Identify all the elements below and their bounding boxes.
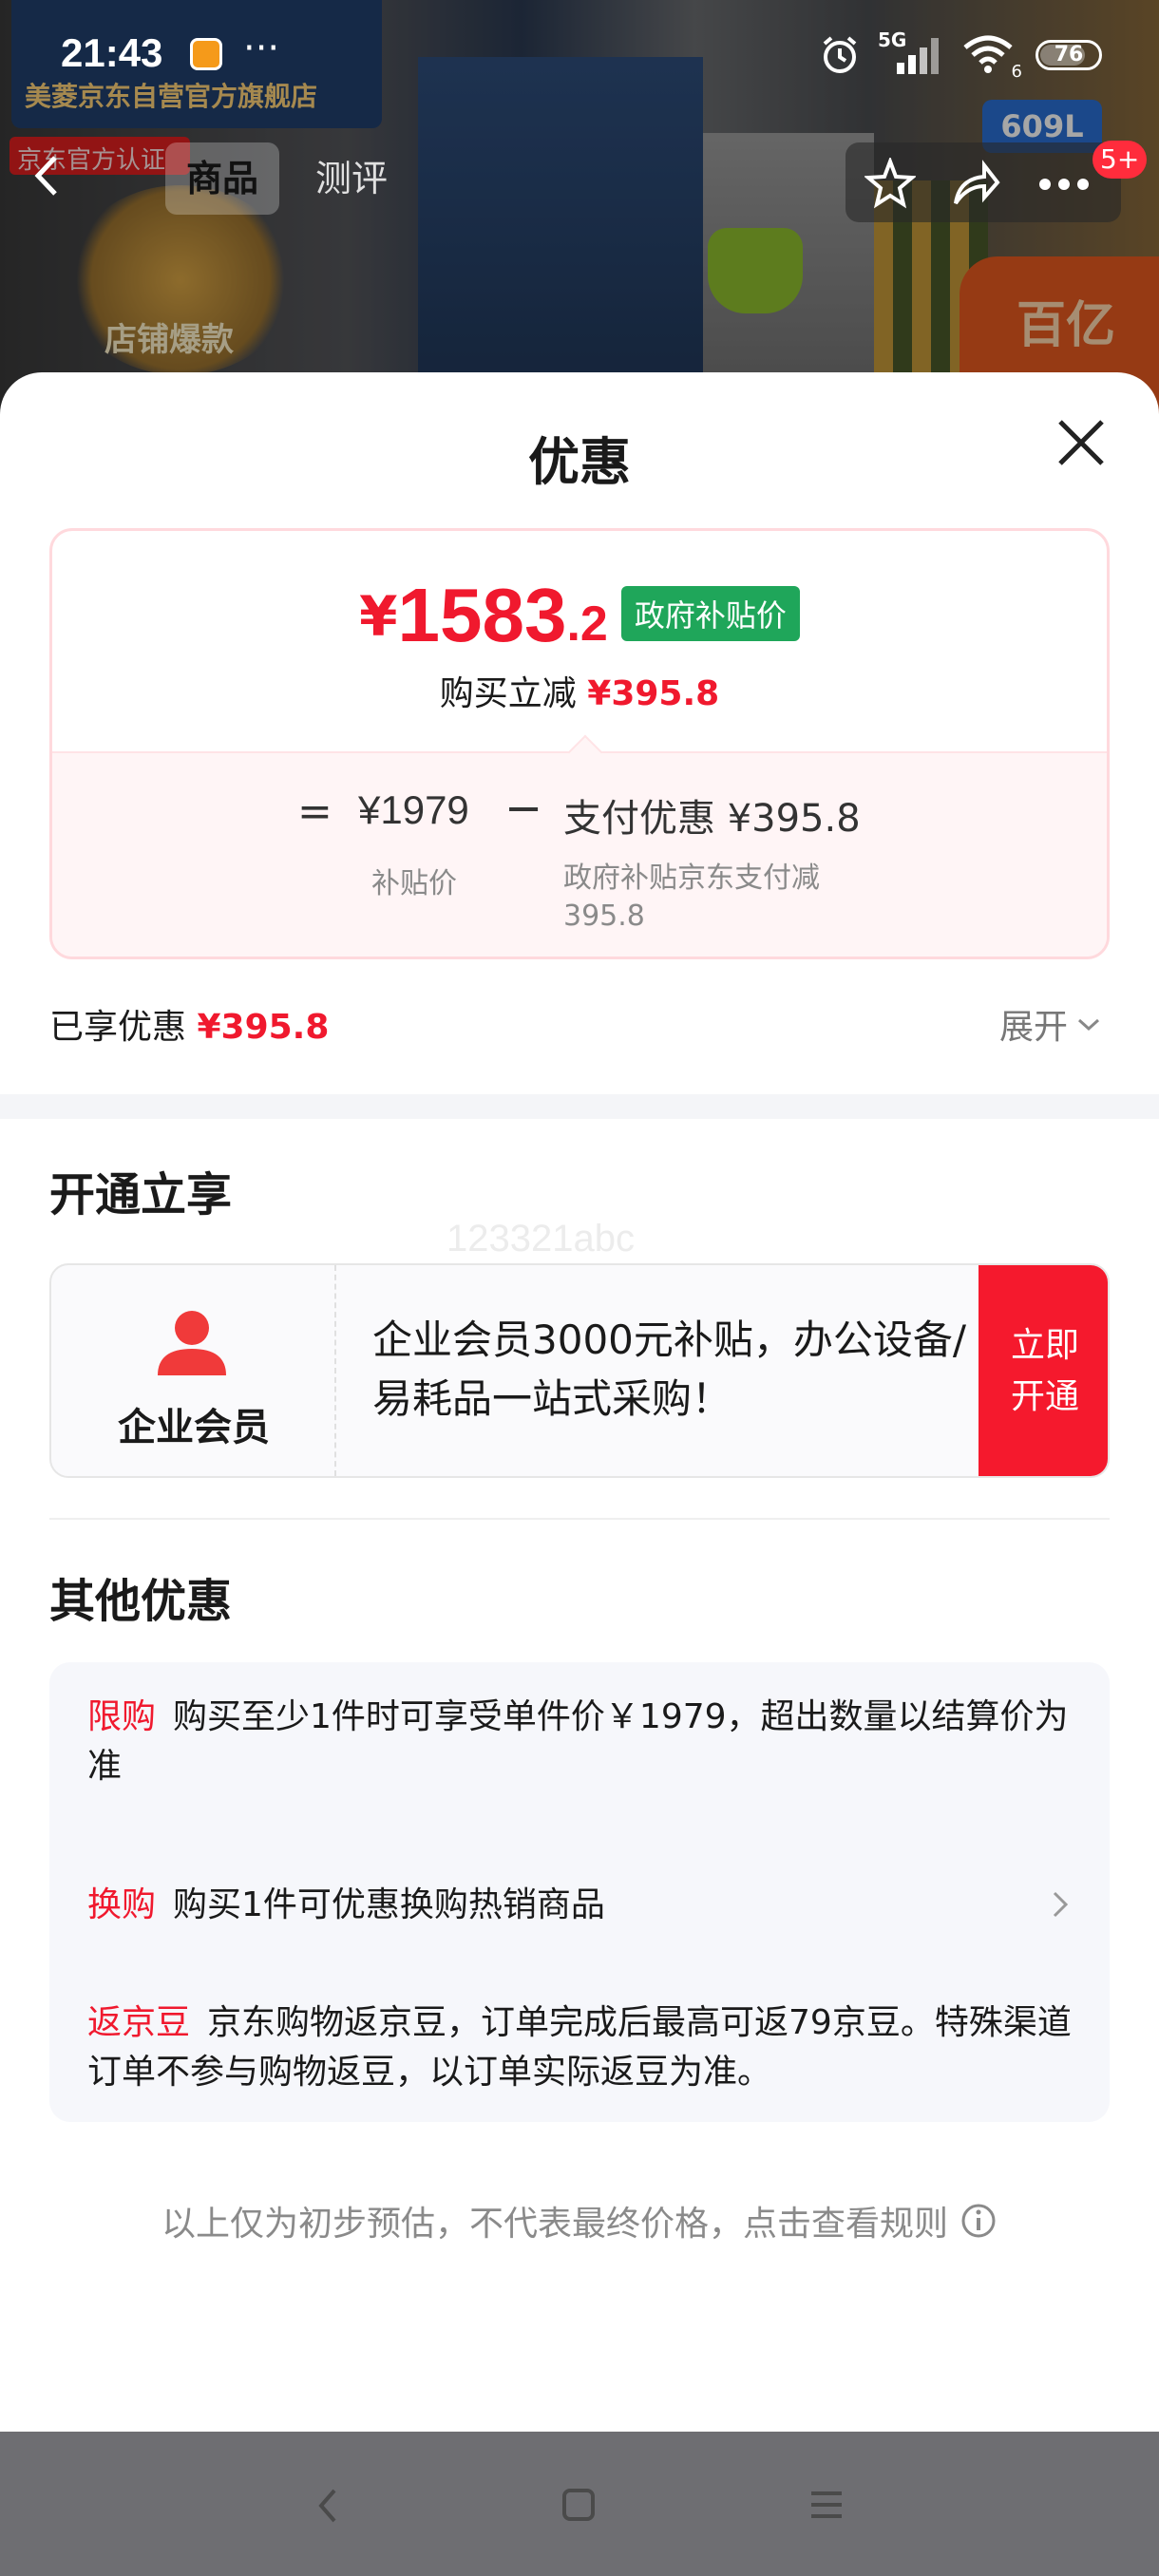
offer-tag: 返京豆 — [87, 2003, 191, 2042]
reduction-value: ¥395.8 — [587, 674, 720, 713]
alarm-icon — [823, 36, 857, 73]
tab-product[interactable]: 商品 — [165, 142, 280, 215]
chevron-down-icon — [1078, 1018, 1100, 1032]
battery-level: 76 — [1054, 43, 1084, 66]
base-price: ¥1979 — [358, 787, 469, 832]
instant-reduction: 购买立减 ¥395.8 — [52, 666, 1107, 715]
close-button[interactable] — [1053, 414, 1110, 471]
enjoyed-label: 已享优惠 — [49, 1008, 187, 1047]
offer-tag: 限购 — [87, 1697, 157, 1736]
open-section-title: 开通立享 — [49, 1168, 233, 1222]
minus-sign: − — [504, 782, 543, 835]
share-icon[interactable] — [950, 158, 1001, 209]
watermark: 123321abc — [446, 1218, 635, 1260]
member-description: 企业会员3000元补贴，办公设备/易耗品一站式采购！ — [372, 1316, 967, 1422]
back-arrow-icon — [34, 156, 57, 196]
info-icon — [961, 2204, 996, 2238]
network-label: 5G — [878, 28, 907, 51]
status-icons: 5G 6 76 — [819, 28, 1102, 82]
open-membership-button[interactable]: 立即开通 — [978, 1265, 1108, 1476]
reduction-label: 购买立减 — [439, 674, 577, 713]
price-card: ¥ 1583 .2 政府补贴价 购买立减 ¥395.8 = ¥1979 − 支付… — [49, 528, 1110, 959]
status-time: 21:43 — [61, 30, 163, 75]
status-bar: 21:43 ··· 5G 6 76 — [0, 0, 1159, 104]
signal-icon: 5G — [878, 28, 944, 76]
thin-divider — [49, 1518, 1110, 1520]
screen: 百亿 美菱京东自营官方旗舰店 京东官方认证 店铺爆款 609L 21:43 ··… — [0, 0, 1159, 2576]
open-membership-label: 立即开通 — [1010, 1326, 1079, 1416]
rules-note-text: 以上仅为初步预估，不代表最终价格，点击查看规则 — [161, 2205, 948, 2244]
offer-limit: 限购 购买至少1件时可享受单件价￥1979，超出数量以结算价为准 — [87, 1693, 1075, 1791]
member-badge: 企业会员 — [51, 1265, 336, 1476]
sheet-title: 优惠 — [528, 432, 631, 492]
other-offers: 限购 购买至少1件时可享受单件价￥1979，超出数量以结算价为准 换购 购买1件可优… — [49, 1662, 1110, 2122]
price-currency: ¥ — [359, 584, 398, 649]
price-summary: ¥ 1583 .2 政府补贴价 购买立减 ¥395.8 — [52, 531, 1107, 751]
expand-label: 展开 — [999, 1008, 1069, 1047]
home-nav-icon[interactable] — [560, 2487, 597, 2523]
price-decimal: .2 — [566, 597, 608, 652]
battery-icon: 76 — [1036, 40, 1102, 70]
wifi-label: 6 — [1011, 62, 1022, 82]
back-button[interactable] — [28, 152, 104, 228]
section-divider — [0, 1094, 1159, 1119]
enjoyed-discount: 已享优惠 ¥395.8 — [49, 999, 329, 1049]
offer-text: 购买至少1件时可享受单件价￥1979，超出数量以结算价为准 — [87, 1697, 1069, 1786]
offer-tag: 换购 — [87, 1885, 157, 1924]
cart-badge: 5+ — [1092, 141, 1148, 179]
equals-sign: = — [297, 787, 332, 836]
gov-subsidy-tag: 政府补贴价 — [620, 586, 800, 641]
wifi-icon: 6 — [961, 34, 1022, 82]
member-name: 企业会员 — [118, 1406, 270, 1449]
expand-button[interactable]: 展开 — [999, 999, 1102, 1049]
offer-jingdou: 返京豆 京东购物返京豆，订单完成后最高可返79京豆。特殊渠道订单不参与购物返豆，以… — [87, 1998, 1075, 2097]
payment-discount-desc: 政府补贴京东支付减395.8 — [563, 862, 820, 933]
app-notification-icon — [190, 38, 222, 70]
more-notifications-icon: ··· — [243, 27, 280, 70]
user-icon — [158, 1311, 226, 1375]
back-nav-icon[interactable] — [314, 2485, 342, 2527]
price-breakdown: = ¥1979 − 支付优惠 ¥395.8 补贴价 政府补贴京东支付减395.8 — [52, 734, 1107, 957]
offer-exchange[interactable]: 换购 购买1件可优惠换购热销商品 — [87, 1881, 1075, 1930]
offer-text: 京东购物返京豆，订单完成后最高可返79京豆。特殊渠道订单不参与购物返豆，以订单实… — [87, 2003, 1072, 2092]
product-nav: 商品 测评 — [0, 142, 1159, 222]
price-integer: 1583 — [397, 573, 567, 657]
favorite-icon[interactable] — [864, 158, 916, 209]
rules-note[interactable]: 以上仅为初步预估，不代表最终价格，点击查看规则 — [0, 2196, 1159, 2245]
close-icon — [1058, 420, 1104, 465]
base-price-label: 补贴价 — [371, 867, 457, 900]
chevron-right-icon[interactable] — [1047, 1885, 1075, 1923]
nav-actions — [846, 142, 1121, 222]
payment-discount: 支付优惠 ¥395.8 — [563, 797, 861, 841]
offer-text: 购买1件可优惠换购热销商品 — [173, 1885, 605, 1924]
enterprise-member-card[interactable]: 企业会员 企业会员3000元补贴，办公设备/易耗品一站式采购！ 立即开通 — [49, 1263, 1110, 1478]
other-section-title: 其他优惠 — [49, 1575, 233, 1628]
enjoyed-value: ¥395.8 — [197, 1008, 330, 1047]
tab-review[interactable]: 测评 — [294, 142, 408, 215]
more-icon[interactable] — [1036, 175, 1092, 194]
menu-nav-icon[interactable] — [809, 2489, 844, 2521]
system-nav-bar — [0, 2432, 1159, 2576]
discount-sheet: 优惠 ¥ 1583 .2 政府补贴价 购买立减 ¥395.8 = ¥1979 −… — [0, 372, 1159, 2434]
final-price: ¥ 1583 .2 政府补贴价 — [52, 573, 1107, 658]
